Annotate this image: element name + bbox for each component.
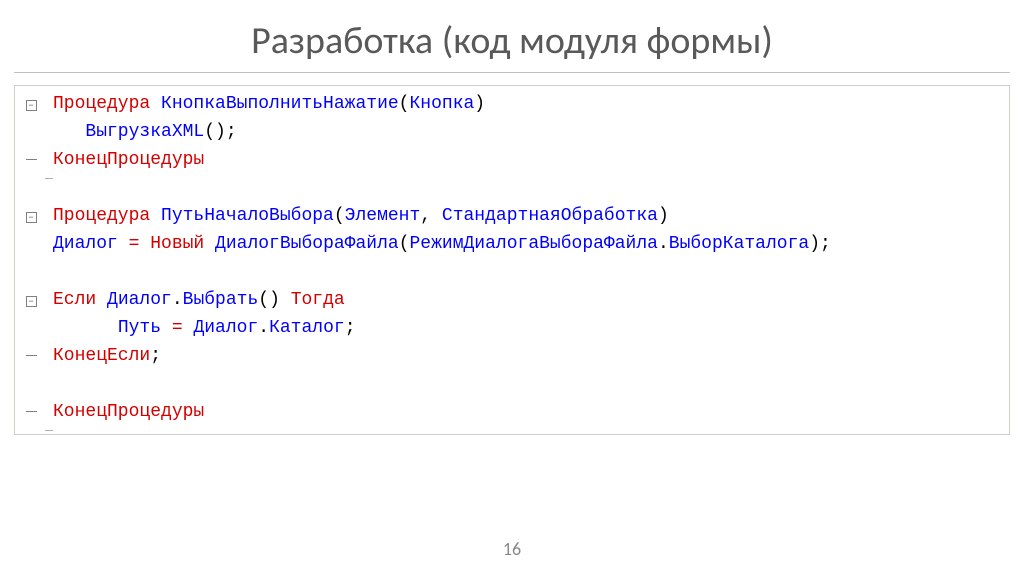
identifier: РежимДиалогаВыбораФайла — [410, 234, 658, 254]
code-text: Если Диалог.Выбрать() Тогда — [53, 286, 1003, 314]
member: ВыборКаталога — [669, 234, 809, 254]
semicolon: ; — [345, 318, 356, 338]
space — [280, 290, 291, 310]
code-text: ВыгрузкаXML(); — [53, 118, 1003, 146]
semicolon: ; — [150, 346, 161, 366]
call: ВыгрузкаXML — [85, 122, 204, 142]
var: Путь — [118, 318, 161, 338]
slide: Разработка (код модуля формы) − Процедур… — [0, 0, 1024, 574]
code-text: КонецПроцедуры — [53, 398, 1003, 426]
code-text — [53, 370, 1003, 398]
code-line-blank — [21, 258, 1003, 286]
comma: , — [420, 206, 442, 226]
arg: Кнопка — [409, 94, 474, 114]
code-text — [53, 258, 1003, 286]
keyword: КонецПроцедуры — [53, 402, 204, 422]
fold-end — [21, 163, 41, 164]
var: Диалог — [53, 234, 118, 254]
identifier: КнопкаВыполнитьНажатие — [161, 94, 399, 114]
code-line: − Если Диалог.Выбрать() Тогда — [21, 286, 1003, 314]
paren: ( — [334, 206, 345, 226]
paren: (); — [204, 122, 236, 142]
paren: ) — [658, 206, 669, 226]
keyword: Процедура — [53, 94, 150, 114]
dot: . — [258, 318, 269, 338]
keyword: КонецЕсли — [53, 346, 150, 366]
code-line: КонецПроцедуры — [21, 398, 1003, 426]
fold-toggle[interactable]: − — [21, 100, 41, 111]
body-area: − Процедура КнопкаВыполнитьНажатие(Кнопк… — [14, 85, 1010, 435]
code-line: Диалог = Новый ДиалогВыбораФайла(РежимДи… — [21, 230, 1003, 258]
fold-end — [21, 415, 41, 416]
code-text: Процедура КнопкаВыполнитьНажатие(Кнопка) — [53, 90, 1003, 118]
fold-end — [21, 359, 41, 360]
keyword: Новый — [150, 234, 204, 254]
page-number: 16 — [0, 538, 1024, 560]
method: Выбрать — [183, 290, 259, 310]
paren: ); — [809, 234, 831, 254]
dot: . — [658, 234, 669, 254]
member: Каталог — [269, 318, 345, 338]
keyword: Тогда — [291, 290, 345, 310]
space — [204, 234, 215, 254]
keyword: Если — [53, 290, 96, 310]
space — [96, 290, 107, 310]
code-line-blank — [21, 370, 1003, 398]
keyword: КонецПроцедуры — [53, 150, 204, 170]
page-title: Разработка (код модуля формы) — [0, 0, 1024, 72]
fold-toggle[interactable]: − — [21, 212, 41, 223]
code-line: − Процедура ПутьНачалоВыбора(Элемент, Ст… — [21, 202, 1003, 230]
code-text — [53, 174, 1003, 202]
operator: = — [118, 234, 150, 254]
code-line-blank — [21, 174, 1003, 202]
code-line: ВыгрузкаXML(); — [21, 118, 1003, 146]
code-text: КонецПроцедуры — [53, 146, 1003, 174]
code-line: Путь = Диалог.Каталог; — [21, 314, 1003, 342]
keyword: Процедура — [53, 206, 150, 226]
dot: . — [172, 290, 183, 310]
identifier: ДиалогВыбораФайла — [215, 234, 399, 254]
operator: = — [161, 318, 193, 338]
code-line: КонецЕсли; — [21, 342, 1003, 370]
code-line: − Процедура КнопкаВыполнитьНажатие(Кнопк… — [21, 90, 1003, 118]
identifier: ПутьНачалоВыбора — [161, 206, 334, 226]
code-text: Процедура ПутьНачалоВыбора(Элемент, Стан… — [53, 202, 1003, 230]
paren: ( — [399, 234, 410, 254]
paren: ) — [474, 94, 485, 114]
arg: Элемент — [345, 206, 421, 226]
code-line: КонецПроцедуры — [21, 146, 1003, 174]
fold-toggle[interactable]: − — [21, 296, 41, 307]
title-underline — [14, 72, 1010, 73]
var: Диалог — [193, 318, 258, 338]
paren: () — [258, 290, 280, 310]
code-text: Путь = Диалог.Каталог; — [53, 314, 1003, 342]
code-editor: − Процедура КнопкаВыполнитьНажатие(Кнопк… — [14, 85, 1010, 435]
code-text: КонецЕсли; — [53, 342, 1003, 370]
code-text: Диалог = Новый ДиалогВыбораФайла(РежимДи… — [53, 230, 1003, 258]
arg: СтандартнаяОбработка — [442, 206, 658, 226]
var: Диалог — [107, 290, 172, 310]
paren: ( — [399, 94, 410, 114]
